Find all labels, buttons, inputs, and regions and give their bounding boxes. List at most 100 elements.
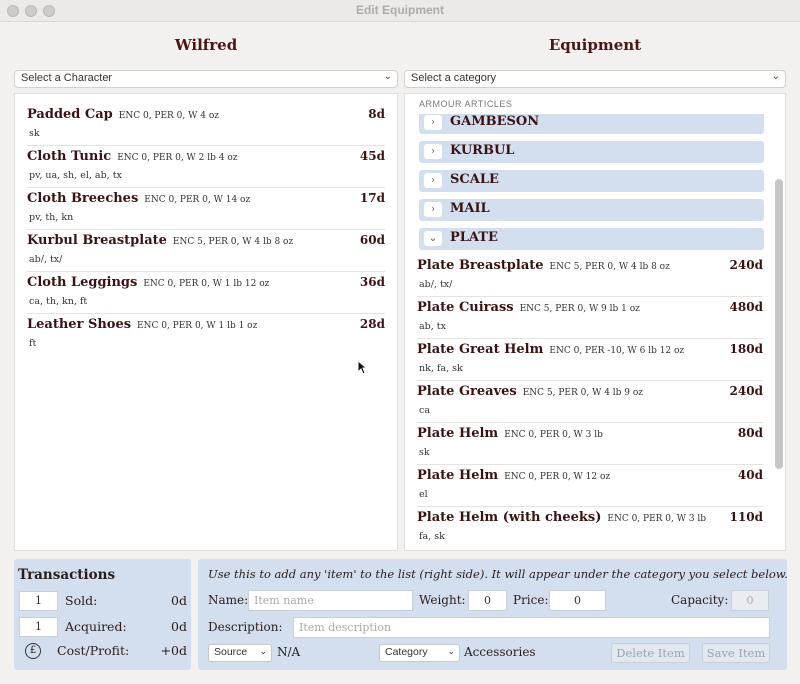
- description-label: Description:: [208, 620, 283, 634]
- list-item[interactable]: Cloth Breeches ENC 0, PER 0, W 14 oz 17d …: [27, 188, 385, 230]
- item-name: Plate Breastplate: [417, 258, 544, 273]
- list-item[interactable]: Plate Greaves ENC 5, PER 0, W 4 lb 9 oz 2…: [417, 381, 763, 423]
- list-item[interactable]: Kurbul Breastplate ENC 5, PER 0, W 4 lb 8…: [27, 230, 385, 272]
- item-price: 60d: [359, 233, 385, 247]
- chevron-down-icon[interactable]: ⌄: [424, 231, 442, 246]
- category-select[interactable]: Select a category ⌄: [404, 70, 786, 88]
- cost-profit-label: Cost/Profit:: [57, 643, 130, 658]
- item-price: 17d: [359, 191, 385, 205]
- item-price: 240d: [729, 258, 763, 272]
- list-item[interactable]: Plate Helm (with cheeks) ENC 0, PER 0, W …: [417, 507, 763, 549]
- save-item-button[interactable]: Save Item: [702, 643, 770, 663]
- item-tags: sk: [29, 128, 40, 139]
- item-name: Padded Cap: [27, 107, 113, 122]
- add-item-instruction: Use this to add any 'item' to the list (…: [208, 567, 788, 581]
- source-select[interactable]: Source ⌄: [208, 644, 272, 662]
- item-tags: el: [419, 489, 428, 500]
- item-stats: ENC 0, PER 0, W 4 oz: [118, 111, 219, 121]
- character-heading: Wilfred: [174, 36, 238, 54]
- catalogue-scroll-area[interactable]: › GAMBESON › KURBUL › SCALE › MAIL ⌄ PLA…: [405, 114, 775, 550]
- category-type-select-label: Category: [385, 646, 428, 658]
- source-value: N/A: [277, 645, 301, 659]
- item-stats: ENC 5, PER 0, W 9 lb 1 oz: [519, 304, 640, 314]
- item-name: Plate Great Helm: [417, 342, 544, 357]
- section-label: ARMOUR ARTICLES: [419, 99, 513, 109]
- chevron-right-icon[interactable]: ›: [424, 115, 442, 130]
- name-label: Name:: [208, 593, 249, 607]
- list-item[interactable]: Leather Shoes ENC 0, PER 0, W 1 lb 1 oz 2…: [27, 314, 385, 356]
- item-price: 28d: [359, 317, 385, 331]
- sold-label: Sold:: [65, 593, 98, 608]
- chevron-down-icon: ⌄: [259, 646, 267, 656]
- chevron-right-icon[interactable]: ›: [424, 202, 442, 217]
- title-bar: Edit Equipment: [0, 0, 800, 22]
- list-item[interactable]: Plate Great Helm ENC 0, PER -10, W 6 lb 1…: [417, 339, 763, 381]
- item-name: Plate Greaves: [417, 384, 517, 399]
- list-item[interactable]: Cloth Tunic ENC 0, PER 0, W 2 lb 4 oz 45d…: [27, 146, 385, 188]
- item-tags: ft: [29, 338, 37, 349]
- category-value: Accessories: [464, 645, 536, 659]
- item-stats: ENC 5, PER 0, W 4 lb 8 oz: [549, 262, 670, 272]
- scrollbar[interactable]: [775, 179, 783, 469]
- window-title: Edit Equipment: [356, 3, 444, 17]
- chevron-right-icon[interactable]: ›: [424, 173, 442, 188]
- item-name: Cloth Tunic: [27, 149, 112, 164]
- description-input[interactable]: Item description: [293, 617, 770, 638]
- category-row-plate[interactable]: ⌄ PLATE: [419, 228, 764, 250]
- capacity-label: Capacity:: [671, 593, 729, 607]
- chevron-down-icon: ⌄: [447, 646, 455, 656]
- chevron-down-icon: ⌄: [383, 71, 392, 82]
- category-row-gambeson[interactable]: › GAMBESON: [419, 114, 764, 134]
- chevron-right-icon[interactable]: ›: [424, 144, 442, 159]
- acquired-label: Acquired:: [65, 619, 127, 634]
- name-input[interactable]: Item name: [248, 590, 413, 611]
- item-name: Cloth Leggings: [27, 275, 138, 290]
- item-tags: ab, tx: [419, 321, 446, 332]
- delete-item-button[interactable]: Delete Item: [611, 643, 690, 663]
- category-name: PLATE: [450, 230, 498, 245]
- item-price: 110d: [729, 510, 763, 524]
- equipment-heading: Equipment: [548, 36, 642, 54]
- item-name: Leather Shoes: [27, 317, 132, 332]
- category-row-scale[interactable]: › SCALE: [419, 170, 764, 192]
- equipment-catalogue: ARMOUR ARTICLES › GAMBESON › KURBUL › SC…: [404, 93, 786, 551]
- sold-quantity-input[interactable]: 1: [19, 591, 58, 611]
- item-tags: pv, ua, sh, el, ab, tx: [29, 170, 122, 181]
- item-stats: ENC 0, PER -10, W 6 lb 12 oz: [549, 346, 685, 356]
- category-row-mail[interactable]: › MAIL: [419, 199, 764, 221]
- weight-input[interactable]: 0: [468, 590, 507, 611]
- acquired-quantity-input[interactable]: 1: [19, 617, 58, 637]
- item-stats: ENC 0, PER 0, W 2 lb 4 oz: [117, 153, 238, 163]
- item-stats: ENC 0, PER 0, W 14 oz: [144, 195, 251, 205]
- character-select-value: Select a Character: [21, 72, 113, 84]
- item-name: Kurbul Breastplate: [27, 233, 167, 248]
- price-input[interactable]: 0: [549, 590, 606, 611]
- character-equipment-list: Padded Cap ENC 0, PER 0, W 4 oz 8d sk Clo…: [14, 93, 398, 551]
- list-item[interactable]: Padded Cap ENC 0, PER 0, W 4 oz 8d sk: [27, 104, 385, 146]
- item-price: 36d: [359, 275, 385, 289]
- list-item[interactable]: Plate Breastplate ENC 5, PER 0, W 4 lb 8 …: [417, 255, 763, 297]
- list-item[interactable]: Plate Cuirass ENC 5, PER 0, W 9 lb 1 oz 4…: [417, 297, 763, 339]
- item-stats: ENC 0, PER 0, W 12 oz: [504, 472, 611, 482]
- item-stats: ENC 0, PER 0, W 1 lb 12 oz: [143, 279, 270, 289]
- item-stats: ENC 0, PER 0, W 1 lb 1 oz: [137, 321, 258, 331]
- item-stats: ENC 0, PER 0, W 3 lb: [607, 514, 707, 524]
- item-price: 45d: [359, 149, 385, 163]
- item-tags: pv, th, kn: [29, 212, 74, 223]
- category-name: MAIL: [450, 201, 490, 216]
- category-row-kurbul[interactable]: › KURBUL: [419, 141, 764, 163]
- list-item[interactable]: Plate Helm ENC 0, PER 0, W 3 lb 80d sk: [417, 423, 763, 465]
- item-name: Plate Helm (with cheeks): [417, 510, 602, 525]
- character-select[interactable]: Select a Character ⌄: [14, 70, 398, 88]
- add-item-panel: Use this to add any 'item' to the list (…: [198, 559, 788, 670]
- list-item[interactable]: Plate Helm ENC 0, PER 0, W 12 oz 40d el: [417, 465, 763, 507]
- item-tags: ab/, tx/: [419, 279, 453, 290]
- item-tags: ca: [419, 405, 430, 416]
- category-select-value: Select a category: [411, 72, 496, 84]
- acquired-value: 0d: [171, 619, 187, 634]
- list-item[interactable]: Cloth Leggings ENC 0, PER 0, W 1 lb 12 oz…: [27, 272, 385, 314]
- item-name: Plate Helm: [417, 426, 499, 441]
- category-name: GAMBESON: [450, 114, 540, 129]
- category-type-select[interactable]: Category ⌄: [379, 644, 460, 662]
- item-name: Cloth Breeches: [27, 191, 139, 206]
